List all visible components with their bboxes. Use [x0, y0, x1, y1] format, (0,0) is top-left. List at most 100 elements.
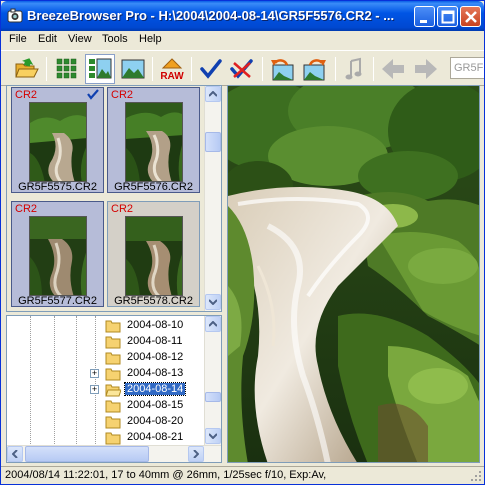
folder-icon — [105, 352, 121, 365]
thumbnail-filename: GR5F5577.CR2 — [18, 295, 97, 307]
menu-bar: File Edit View Tools Help — [1, 31, 484, 50]
folder-icon — [105, 336, 121, 349]
window-title: BreezeBrowser Pro - H:\2004\2004-08-14\G… — [27, 8, 395, 23]
app-icon[interactable] — [7, 8, 23, 24]
tree-item-label[interactable]: 2004-08-15 — [125, 399, 185, 411]
scroll-thumb[interactable] — [25, 446, 149, 462]
folder-icon — [105, 416, 121, 429]
landscape-icon — [121, 59, 145, 79]
checkmark-icon — [200, 59, 222, 79]
thumbnail-item[interactable]: CR2 GR5F5576.CR2 — [107, 87, 200, 193]
tree-item-label[interactable]: 2004-08-21 — [125, 431, 185, 443]
next-image-button[interactable] — [411, 54, 441, 84]
scroll-thumb[interactable] — [205, 392, 221, 402]
raw-badge: CR2 — [15, 89, 38, 101]
close-icon — [465, 11, 477, 23]
arrow-left-icon — [382, 59, 404, 79]
maximize-button[interactable] — [437, 6, 458, 27]
tree-vertical-scrollbar[interactable] — [204, 316, 221, 445]
rotate-left-icon — [271, 59, 294, 81]
thumbnail-item[interactable]: CR2 GR5F5575.CR2 — [11, 87, 104, 193]
tree-item[interactable]: 2004-08-12 — [7, 350, 207, 366]
tag-button[interactable] — [196, 54, 226, 84]
tree-item-label[interactable]: 2004-08-13 — [125, 367, 185, 379]
expand-toggle[interactable]: + — [90, 369, 99, 378]
chevron-down-icon — [209, 299, 217, 305]
thumbnails-preview-button[interactable] — [85, 54, 115, 84]
maximize-icon — [441, 10, 455, 24]
rotate-left-button[interactable] — [267, 54, 297, 84]
scroll-up-button[interactable] — [205, 316, 221, 332]
app-window: BreezeBrowser Pro - H:\2004\2004-08-14\G… — [0, 0, 485, 485]
tree-item-label[interactable]: 2004-08-10 — [125, 319, 185, 331]
chevron-left-icon — [12, 450, 18, 458]
arrow-right-icon — [415, 59, 437, 79]
scroll-down-button[interactable] — [205, 294, 221, 310]
thumbnail-item[interactable]: CR2 GR5F5578.CR2 — [107, 201, 200, 307]
tree-item-label[interactable]: 2004-08-14 — [123, 382, 187, 396]
tree-item-label[interactable]: 2004-08-12 — [125, 351, 185, 363]
resize-grip-icon[interactable] — [470, 470, 482, 482]
tree-item-label[interactable]: 2004-08-20 — [125, 415, 185, 427]
grid-icon — [56, 58, 77, 79]
scroll-right-button[interactable] — [188, 446, 204, 462]
title-bar[interactable]: BreezeBrowser Pro - H:\2004\2004-08-14\G… — [1, 1, 484, 31]
rotate-right-button[interactable] — [300, 54, 330, 84]
thumbnail-scrollbar[interactable] — [204, 86, 221, 311]
play-sound-button[interactable] — [339, 54, 369, 84]
menu-help[interactable]: Help — [139, 33, 162, 45]
scroll-down-button[interactable] — [205, 428, 221, 444]
tree-horizontal-scrollbar[interactable] — [7, 445, 221, 462]
tree-item-label[interactable]: 2004-08-11 — [125, 335, 184, 347]
folder-icon — [105, 400, 121, 413]
minimize-button[interactable] — [414, 6, 435, 27]
chevron-up-icon — [209, 321, 217, 327]
thumbnails-preview-icon — [89, 58, 112, 79]
folder-icon — [105, 368, 121, 381]
tree-item[interactable]: + 2004-08-13 — [7, 366, 207, 382]
scroll-left-button[interactable] — [7, 446, 23, 462]
open-folder-icon — [105, 384, 121, 397]
folder-tree[interactable]: 2004-08-10 2004-08-11 2004-08-12 + 2004-… — [6, 315, 222, 463]
close-button[interactable] — [460, 6, 481, 27]
thumbnail-grid-button[interactable] — [52, 54, 82, 84]
filename-field[interactable]: GR5F5 — [450, 57, 484, 79]
previous-image-button[interactable] — [378, 54, 408, 84]
thumbnail-item[interactable]: CR2 GR5F5577.CR2 — [11, 201, 104, 307]
image-preview[interactable] — [227, 85, 480, 463]
thumbnail-image — [125, 102, 183, 182]
thumbnail-filename: GR5F5575.CR2 — [18, 181, 97, 193]
tree-item-selected[interactable]: + 2004-08-14 — [7, 382, 207, 398]
status-text: 2004/08/14 11:22:01, 17 to 40mm @ 26mm, … — [5, 469, 327, 481]
minimize-icon — [420, 20, 427, 23]
expand-toggle[interactable]: + — [90, 385, 99, 394]
menu-file[interactable]: File — [9, 33, 27, 45]
raw-icon: RAW — [160, 58, 184, 82]
menu-view[interactable]: View — [68, 33, 92, 45]
thumbnail-image — [125, 216, 183, 296]
tree-item[interactable]: 2004-08-15 — [7, 398, 207, 414]
untag-icon — [230, 59, 253, 79]
open-folder-button[interactable] — [12, 54, 42, 84]
menu-edit[interactable]: Edit — [38, 33, 57, 45]
preview-image — [228, 86, 479, 462]
thumbnail-image — [29, 102, 87, 182]
menu-tools[interactable]: Tools — [102, 33, 128, 45]
raw-badge: CR2 — [15, 203, 38, 215]
tree-item[interactable]: 2004-08-21 — [7, 430, 207, 446]
tree-item[interactable]: 2004-08-11 — [7, 334, 207, 350]
raw-badge: CR2 — [111, 89, 134, 101]
thumbnail-image — [29, 216, 87, 296]
scroll-up-button[interactable] — [205, 86, 221, 102]
thumbnail-filename: GR5F5576.CR2 — [114, 181, 193, 193]
full-preview-button[interactable] — [118, 54, 148, 84]
chevron-down-icon — [209, 433, 217, 439]
scroll-thumb[interactable] — [205, 132, 221, 152]
thumbnail-pane[interactable]: CR2 GR5F5575.CR2 CR2 GR5F5576.CR2 CR2 GR… — [6, 85, 222, 312]
untag-button[interactable] — [227, 54, 257, 84]
tree-item[interactable]: 2004-08-20 — [7, 414, 207, 430]
raw-convert-button[interactable]: RAW — [157, 54, 187, 84]
chevron-right-icon — [193, 450, 199, 458]
raw-badge: CR2 — [111, 203, 134, 215]
tree-item[interactable]: 2004-08-10 — [7, 318, 207, 334]
